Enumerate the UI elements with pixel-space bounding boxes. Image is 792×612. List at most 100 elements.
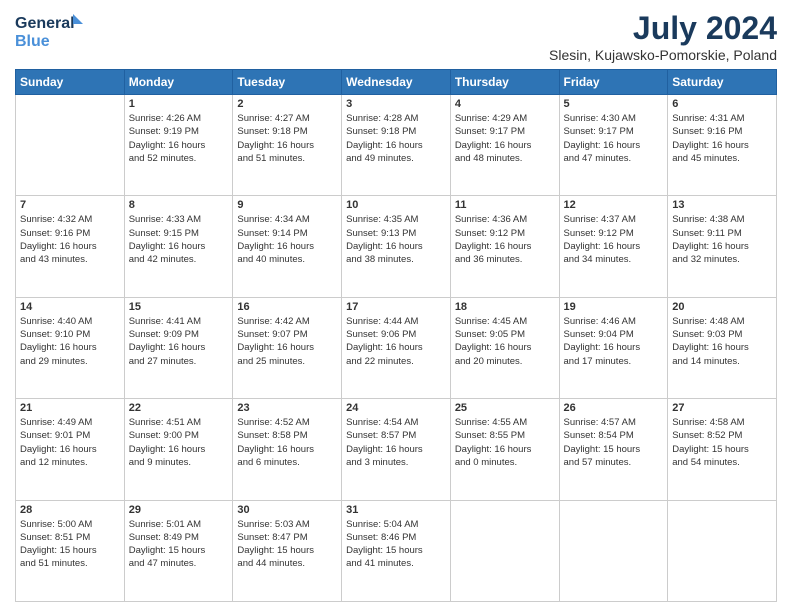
day-info: Sunrise: 4:41 AM Sunset: 9:09 PM Dayligh… <box>129 315 229 368</box>
calendar-cell: 25 Sunrise: 4:55 AM Sunset: 8:55 PM Dayli… <box>450 399 559 500</box>
day-info: Sunrise: 4:31 AM Sunset: 9:16 PM Dayligh… <box>672 112 772 165</box>
calendar-cell: 15 Sunrise: 4:41 AM Sunset: 9:09 PM Dayli… <box>124 297 233 398</box>
day-info: Sunrise: 4:40 AM Sunset: 9:10 PM Dayligh… <box>20 315 120 368</box>
day-info: Sunrise: 4:55 AM Sunset: 8:55 PM Dayligh… <box>455 416 555 469</box>
day-number: 8 <box>129 199 229 211</box>
calendar-cell: 21Sunrise: 4:49 AM Sunset: 9:01 PM Dayli… <box>16 399 125 500</box>
calendar-cell: 11Sunrise: 4:36 AM Sunset: 9:12 PM Dayli… <box>450 196 559 297</box>
day-number: 29 <box>129 504 229 516</box>
calendar-cell: 4 Sunrise: 4:29 AM Sunset: 9:17 PM Daylig… <box>450 95 559 196</box>
day-number: 10 <box>346 199 446 211</box>
day-info: Sunrise: 4:32 AM Sunset: 9:16 PM Dayligh… <box>20 213 120 266</box>
day-number: 26 <box>564 402 664 414</box>
day-number: 16 <box>237 301 337 313</box>
day-info: Sunrise: 5:00 AM Sunset: 8:51 PM Dayligh… <box>20 518 120 571</box>
day-number: 9 <box>237 199 337 211</box>
day-number: 1 <box>129 98 229 110</box>
day-number: 22 <box>129 402 229 414</box>
weekday-header: Thursday <box>450 70 559 95</box>
calendar-cell <box>668 500 777 601</box>
day-number: 5 <box>564 98 664 110</box>
day-number: 27 <box>672 402 772 414</box>
calendar-cell: 31 Sunrise: 5:04 AM Sunset: 8:46 PM Dayli… <box>342 500 451 601</box>
svg-text:Blue: Blue <box>15 33 50 50</box>
weekday-header: Monday <box>124 70 233 95</box>
day-number: 28 <box>20 504 120 516</box>
weekday-header: Wednesday <box>342 70 451 95</box>
day-number: 31 <box>346 504 446 516</box>
day-number: 15 <box>129 301 229 313</box>
day-info: Sunrise: 4:54 AM Sunset: 8:57 PM Dayligh… <box>346 416 446 469</box>
day-info: Sunrise: 4:36 AM Sunset: 9:12 PM Dayligh… <box>455 213 555 266</box>
day-number: 3 <box>346 98 446 110</box>
calendar-cell: 19 Sunrise: 4:46 AM Sunset: 9:04 PM Dayli… <box>559 297 668 398</box>
day-info: Sunrise: 4:57 AM Sunset: 8:54 PM Dayligh… <box>564 416 664 469</box>
weekday-header: Sunday <box>16 70 125 95</box>
day-number: 7 <box>20 199 120 211</box>
day-info: Sunrise: 4:33 AM Sunset: 9:15 PM Dayligh… <box>129 213 229 266</box>
day-number: 18 <box>455 301 555 313</box>
day-info: Sunrise: 4:46 AM Sunset: 9:04 PM Dayligh… <box>564 315 664 368</box>
calendar-cell: 16 Sunrise: 4:42 AM Sunset: 9:07 PM Dayli… <box>233 297 342 398</box>
calendar-cell: 13Sunrise: 4:38 AM Sunset: 9:11 PM Dayli… <box>668 196 777 297</box>
day-info: Sunrise: 4:38 AM Sunset: 9:11 PM Dayligh… <box>672 213 772 266</box>
title-block: July 2024 Slesin, Kujawsko-Pomorskie, Po… <box>549 10 777 63</box>
day-info: Sunrise: 4:48 AM Sunset: 9:03 PM Dayligh… <box>672 315 772 368</box>
day-number: 23 <box>237 402 337 414</box>
day-info: Sunrise: 4:52 AM Sunset: 8:58 PM Dayligh… <box>237 416 337 469</box>
day-info: Sunrise: 4:30 AM Sunset: 9:17 PM Dayligh… <box>564 112 664 165</box>
day-number: 2 <box>237 98 337 110</box>
calendar-cell: 22Sunrise: 4:51 AM Sunset: 9:00 PM Dayli… <box>124 399 233 500</box>
calendar-cell: 26 Sunrise: 4:57 AM Sunset: 8:54 PM Dayli… <box>559 399 668 500</box>
calendar-cell: 10Sunrise: 4:35 AM Sunset: 9:13 PM Dayli… <box>342 196 451 297</box>
logo: General Blue <box>15 10 85 55</box>
calendar-cell: 28 Sunrise: 5:00 AM Sunset: 8:51 PM Dayli… <box>16 500 125 601</box>
day-info: Sunrise: 4:42 AM Sunset: 9:07 PM Dayligh… <box>237 315 337 368</box>
day-number: 30 <box>237 504 337 516</box>
day-number: 4 <box>455 98 555 110</box>
calendar-cell: 8 Sunrise: 4:33 AM Sunset: 9:15 PM Daylig… <box>124 196 233 297</box>
calendar-cell: 20 Sunrise: 4:48 AM Sunset: 9:03 PM Dayli… <box>668 297 777 398</box>
day-number: 6 <box>672 98 772 110</box>
calendar-cell: 17Sunrise: 4:44 AM Sunset: 9:06 PM Dayli… <box>342 297 451 398</box>
calendar-cell: 30 Sunrise: 5:03 AM Sunset: 8:47 PM Dayli… <box>233 500 342 601</box>
svg-text:General: General <box>15 15 75 32</box>
calendar-cell <box>16 95 125 196</box>
calendar-cell: 9 Sunrise: 4:34 AM Sunset: 9:14 PM Daylig… <box>233 196 342 297</box>
day-number: 20 <box>672 301 772 313</box>
calendar-cell: 12 Sunrise: 4:37 AM Sunset: 9:12 PM Dayli… <box>559 196 668 297</box>
day-info: Sunrise: 5:01 AM Sunset: 8:49 PM Dayligh… <box>129 518 229 571</box>
day-info: Sunrise: 4:28 AM Sunset: 9:18 PM Dayligh… <box>346 112 446 165</box>
calendar-table: SundayMondayTuesdayWednesdayThursdayFrid… <box>15 69 777 602</box>
subtitle: Slesin, Kujawsko-Pomorskie, Poland <box>549 47 777 63</box>
day-info: Sunrise: 4:34 AM Sunset: 9:14 PM Dayligh… <box>237 213 337 266</box>
calendar-cell: 23 Sunrise: 4:52 AM Sunset: 8:58 PM Dayli… <box>233 399 342 500</box>
day-info: Sunrise: 4:27 AM Sunset: 9:18 PM Dayligh… <box>237 112 337 165</box>
calendar-week-row: 14Sunrise: 4:40 AM Sunset: 9:10 PM Dayli… <box>16 297 777 398</box>
day-info: Sunrise: 5:04 AM Sunset: 8:46 PM Dayligh… <box>346 518 446 571</box>
day-info: Sunrise: 4:37 AM Sunset: 9:12 PM Dayligh… <box>564 213 664 266</box>
calendar-header-row: SundayMondayTuesdayWednesdayThursdayFrid… <box>16 70 777 95</box>
page: General Blue July 2024 Slesin, Kujawsko-… <box>0 0 792 612</box>
calendar-cell: 27 Sunrise: 4:58 AM Sunset: 8:52 PM Dayli… <box>668 399 777 500</box>
calendar-cell: 18 Sunrise: 4:45 AM Sunset: 9:05 PM Dayli… <box>450 297 559 398</box>
day-info: Sunrise: 4:49 AM Sunset: 9:01 PM Dayligh… <box>20 416 120 469</box>
calendar-cell <box>450 500 559 601</box>
calendar-week-row: 1Sunrise: 4:26 AM Sunset: 9:19 PM Daylig… <box>16 95 777 196</box>
calendar-cell: 6 Sunrise: 4:31 AM Sunset: 9:16 PM Daylig… <box>668 95 777 196</box>
day-number: 12 <box>564 199 664 211</box>
calendar-cell <box>559 500 668 601</box>
calendar-cell: 7 Sunrise: 4:32 AM Sunset: 9:16 PM Daylig… <box>16 196 125 297</box>
day-number: 19 <box>564 301 664 313</box>
day-info: Sunrise: 4:29 AM Sunset: 9:17 PM Dayligh… <box>455 112 555 165</box>
calendar-week-row: 7 Sunrise: 4:32 AM Sunset: 9:16 PM Daylig… <box>16 196 777 297</box>
day-info: Sunrise: 4:45 AM Sunset: 9:05 PM Dayligh… <box>455 315 555 368</box>
header: General Blue July 2024 Slesin, Kujawsko-… <box>15 10 777 63</box>
weekday-header: Tuesday <box>233 70 342 95</box>
day-info: Sunrise: 4:58 AM Sunset: 8:52 PM Dayligh… <box>672 416 772 469</box>
day-number: 25 <box>455 402 555 414</box>
logo-svg: General Blue <box>15 10 85 55</box>
main-title: July 2024 <box>549 10 777 47</box>
day-info: Sunrise: 5:03 AM Sunset: 8:47 PM Dayligh… <box>237 518 337 571</box>
weekday-header: Friday <box>559 70 668 95</box>
